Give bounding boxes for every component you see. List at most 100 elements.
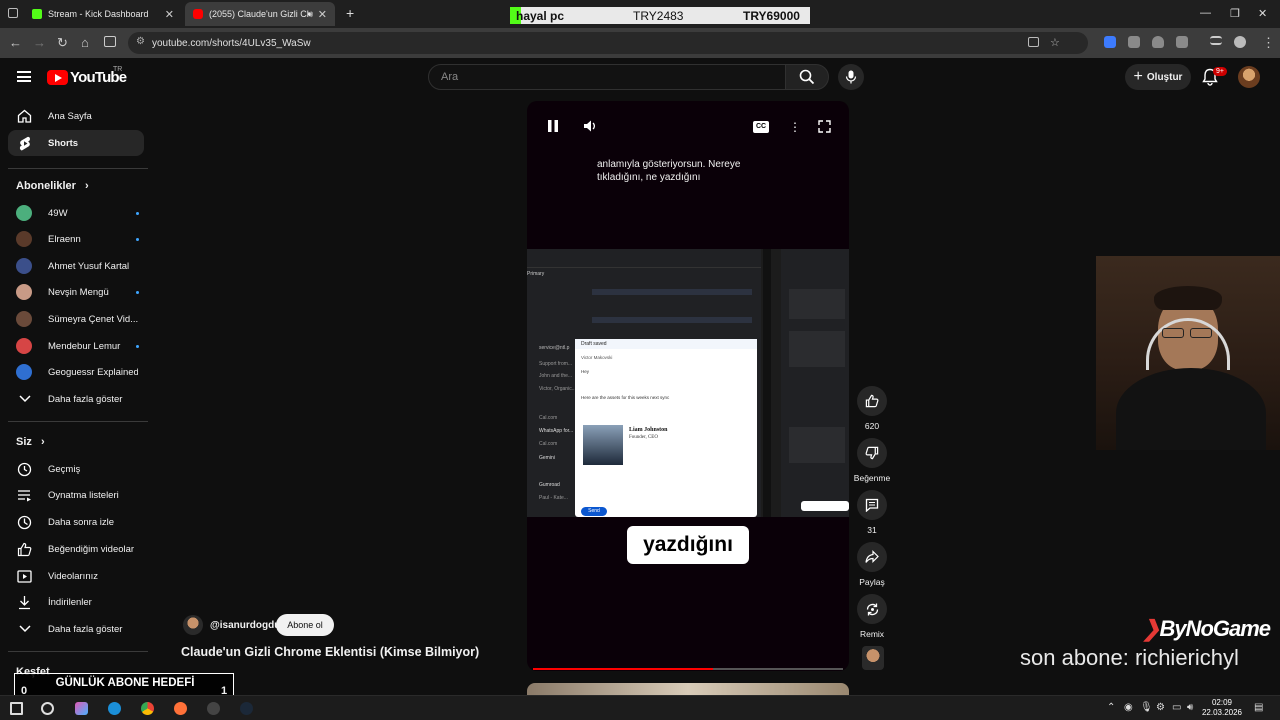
stream-donation-bar: hayal pc TRY2483 TRY69000 (510, 7, 810, 24)
email-sidebar-item: Gumroad (539, 482, 560, 488)
restore-icon[interactable]: ❐ (1230, 7, 1240, 20)
search-input[interactable] (429, 65, 785, 89)
sidebar-subscription-elraenn[interactable]: Elraenn (8, 226, 144, 252)
tray-network-icon[interactable]: ▭ (1172, 702, 1181, 713)
back-icon[interactable]: ← (9, 35, 22, 50)
sidebar-subscription-ahmet-yusuf-kartal[interactable]: Ahmet Yusuf Kartal (8, 253, 144, 279)
window-close-icon[interactable]: ✕ (1258, 7, 1267, 20)
pause-icon[interactable] (548, 120, 558, 135)
tab-audio-icon[interactable]: 🔊︎ (307, 9, 313, 20)
windows-start-icon[interactable] (10, 702, 23, 715)
taskbar-obs-icon[interactable] (207, 702, 220, 715)
taskbar-search-icon[interactable] (41, 702, 54, 715)
download-icon (17, 595, 32, 610)
reload-icon[interactable]: ↻ (57, 35, 68, 51)
sidebar-item-history[interactable]: Geçmiş (8, 456, 144, 482)
media-control-icon[interactable] (1210, 36, 1222, 45)
bynogame-logo: ❯ByNoGame (1142, 616, 1271, 642)
channel-avatar[interactable] (183, 615, 203, 635)
create-button[interactable]: + Oluştur (1125, 64, 1191, 90)
volume-icon[interactable] (583, 120, 597, 135)
address-bar[interactable]: ⚙︎ youtube.com/shorts/4ULv35_WaSw ☆ (128, 32, 1088, 54)
shield-extension-icon[interactable] (1152, 36, 1164, 48)
tray-app-icon[interactable]: ◉ (1124, 702, 1133, 713)
sidebar-subscription-49w[interactable]: 49W (8, 200, 144, 226)
sidebar-item-label: Daha fazla göster (48, 393, 123, 405)
sidebar-item-your-videos[interactable]: Videolarınız (8, 563, 144, 589)
split-view-icon[interactable] (104, 36, 116, 47)
sidebar-subscription-nevsin-mengu[interactable]: Nevşin Mengü (8, 279, 144, 305)
puzzle-extensions-icon[interactable] (1176, 36, 1188, 48)
video-progress-bar[interactable] (533, 668, 843, 670)
bynogame-brand-text: ByNoGame (1159, 616, 1271, 641)
fullscreen-icon[interactable] (818, 120, 831, 136)
you-header[interactable]: Siz › (16, 436, 45, 448)
sound-source-avatar[interactable] (862, 646, 884, 670)
menu-kebab-icon[interactable]: ⋮ (1262, 35, 1275, 51)
extension-icon[interactable] (1104, 36, 1116, 48)
taskbar-edge-icon[interactable] (108, 702, 121, 715)
close-tab-icon[interactable]: ✕ (318, 8, 327, 21)
more-options-icon[interactable]: ⋮ (789, 120, 801, 134)
taskbar-firefox-icon[interactable] (174, 702, 187, 715)
close-tab-icon[interactable]: ✕ (165, 8, 174, 21)
extension-icon[interactable] (1128, 36, 1140, 48)
hamburger-menu-icon[interactable] (17, 71, 31, 82)
tab-youtube-shorts[interactable]: (2055) Claude'un Gizli Chro 🔊︎ ✕ (185, 2, 335, 26)
sidebar-item-playlists[interactable]: Oynatma listeleri (8, 482, 144, 508)
sidebar-item-downloads[interactable]: İndirilenler (8, 589, 144, 615)
tab-search-icon[interactable] (8, 8, 18, 18)
subscriptions-header[interactable]: Abonelikler › (16, 180, 89, 192)
voice-search-button[interactable] (838, 64, 864, 90)
share-button[interactable] (857, 542, 887, 572)
sidebar-show-more-subscriptions[interactable]: Daha fazla göster (8, 386, 144, 412)
captions-cc-icon[interactable]: CC (753, 121, 769, 133)
like-button[interactable] (857, 386, 887, 416)
clock-date: 22.03.2026 (1201, 708, 1243, 717)
sidebar-item-home[interactable]: Ana Sayfa (8, 103, 144, 129)
clock-time: 02:09 (1211, 698, 1233, 707)
tray-mic-icon[interactable]: 🎙︎ (1140, 702, 1153, 713)
sidebar-item-liked-videos[interactable]: Beğendiğim videolar (8, 536, 144, 562)
comments-button[interactable] (857, 490, 887, 520)
tray-volume-icon[interactable]: 🔊︎ (1187, 702, 1193, 713)
tab-kick-dashboard[interactable]: Stream - Kick Dashboard ✕ (24, 2, 182, 26)
taskbar-app-icon[interactable] (75, 702, 88, 715)
new-tab-button[interactable]: + (346, 5, 354, 21)
tray-overflow-icon[interactable]: ⌃ (1107, 702, 1115, 713)
sidebar-item-shorts[interactable]: Shorts (8, 130, 144, 156)
search-button[interactable] (785, 64, 829, 90)
channel-handle[interactable]: @isanurdogdu (210, 620, 280, 631)
sidebar-show-more-you[interactable]: Daha fazla göster (8, 616, 144, 642)
notifications-icon[interactable]: ▤ (1254, 702, 1263, 713)
minimize-icon[interactable]: — (1200, 7, 1211, 19)
home-icon[interactable]: ⌂ (81, 35, 89, 50)
profile-icon[interactable] (1234, 36, 1246, 48)
sidebar-item-label: Geçmiş (48, 463, 81, 475)
shorts-player[interactable]: CC ⋮ anlamıyla gösteriyorsun. Nereye tık… (527, 101, 849, 671)
account-avatar[interactable] (1238, 66, 1260, 88)
video-title[interactable]: Claude'un Gizli Chrome Eklentisi (Kimse … (181, 645, 479, 659)
youtube-logo[interactable]: YouTube TR (47, 66, 127, 86)
email-sidebar-item: Cal.com (539, 441, 558, 447)
forward-icon[interactable]: → (33, 35, 46, 50)
subscribe-button[interactable]: Abone ol (276, 614, 334, 636)
install-app-icon[interactable] (1028, 37, 1039, 47)
system-clock[interactable]: 02:09 22.03.2026 (1200, 698, 1244, 718)
glasses-left (1162, 328, 1184, 338)
remix-button[interactable] (857, 594, 887, 624)
site-info-icon[interactable]: ⚙︎ (136, 36, 145, 47)
bynogame-mark-icon: ❯ (1142, 616, 1160, 641)
taskbar-chrome-icon[interactable] (141, 702, 154, 715)
sidebar-subscription-sumeyra-cenet[interactable]: Sümeyra Çenet Vid... (8, 306, 144, 332)
sidebar-item-watch-later[interactable]: Daha sonra izle (8, 509, 144, 535)
next-short-preview[interactable] (527, 683, 849, 695)
tray-app-icon[interactable]: ⚙︎ (1156, 702, 1165, 713)
sidebar-subscription-mendebur-lemur[interactable]: Mendebur Lemur (8, 333, 144, 359)
scrollbar (763, 249, 771, 517)
bookmark-star-icon[interactable]: ☆ (1050, 36, 1060, 49)
dislike-button[interactable] (857, 438, 887, 468)
chevron-right-icon: › (40, 436, 45, 448)
taskbar-steam-icon[interactable] (240, 702, 253, 715)
sidebar-subscription-geoguessr-explained[interactable]: Geoguessr Explained (8, 359, 144, 385)
